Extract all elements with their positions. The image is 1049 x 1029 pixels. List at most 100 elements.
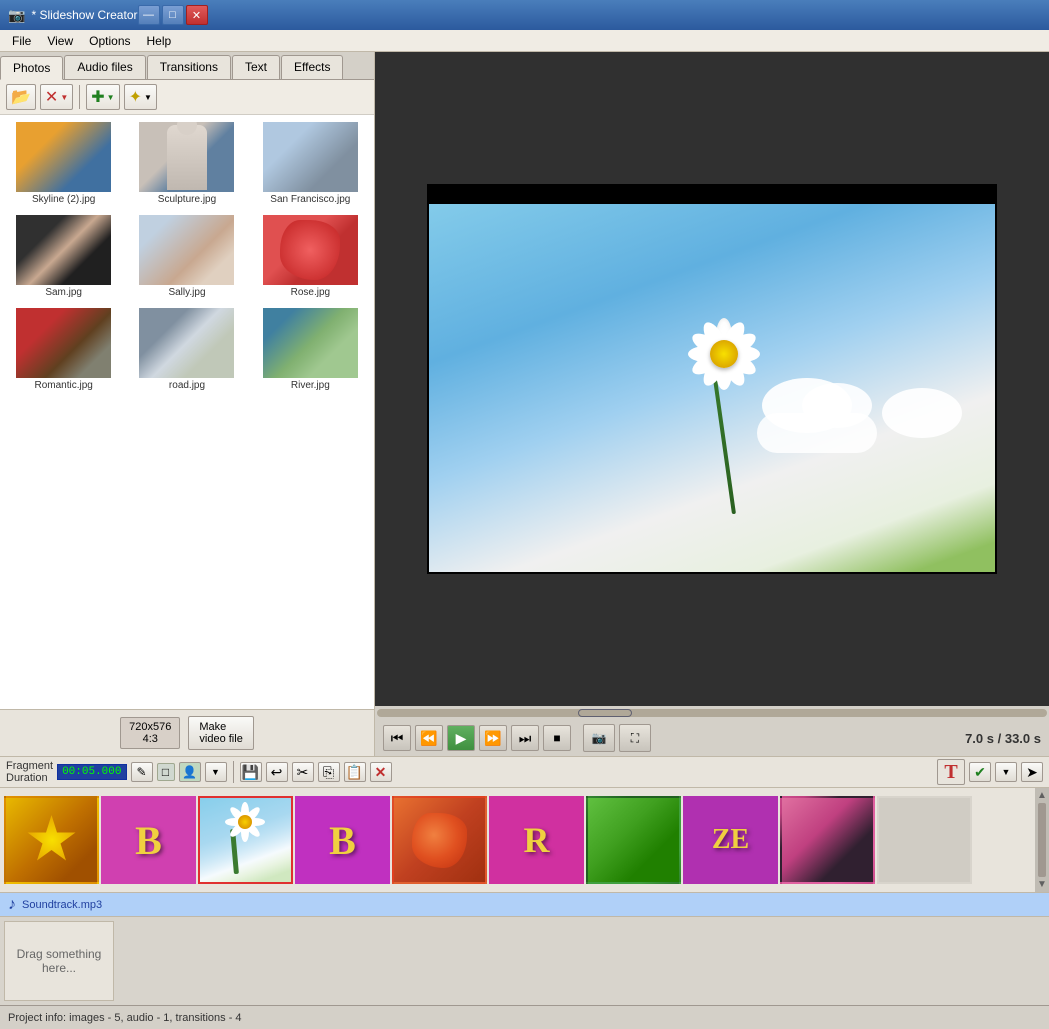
fragment-check-button[interactable]: □	[157, 763, 175, 781]
cloud-decoration	[752, 333, 972, 453]
timeline-scroll-thumb[interactable]	[1038, 803, 1046, 877]
dropdown-arrow-add: ▼	[107, 93, 115, 102]
prev-button[interactable]: ⏪	[415, 725, 443, 751]
go-end-button[interactable]: ⏭	[511, 725, 539, 751]
time-current: 7.0 s	[965, 731, 994, 746]
avatar-button[interactable]: 👤	[179, 762, 201, 782]
dropdown-arrow-star: ▼	[144, 93, 152, 102]
preview-scrollbar[interactable]	[375, 706, 1049, 720]
menu-file[interactable]: File	[4, 32, 39, 50]
tab-effects[interactable]: Effects	[281, 55, 343, 79]
thumbnail-river[interactable]: River.jpg	[251, 305, 370, 394]
add-icon: ✚	[91, 87, 104, 107]
right-panel: ⏮ ⏪ ▶ ⏩ ⏭ ■ 📷 ⛶ 7.0 s / 33.0 s	[375, 52, 1049, 756]
timeline-scroll[interactable]: B B	[0, 788, 1035, 892]
dropdown-arrow-delete: ▼	[60, 93, 68, 102]
menubar: File View Options Help	[0, 30, 1049, 52]
tab-audio-files[interactable]: Audio files	[64, 55, 145, 79]
menu-help[interactable]: Help	[139, 32, 180, 50]
thumbnail-image-road	[139, 308, 234, 378]
paste-button[interactable]: 📋	[344, 762, 366, 782]
audio-filename: Soundtrack.mp3	[22, 899, 102, 911]
remove-button[interactable]: ✕	[370, 762, 392, 782]
cut-button[interactable]: ✂	[292, 762, 314, 782]
preview-top-bar	[429, 186, 995, 204]
timeline-scroll-down[interactable]: ▼	[1037, 879, 1047, 890]
go-start-button[interactable]: ⏮	[383, 725, 411, 751]
checkmark-button[interactable]: ✔	[969, 762, 991, 782]
thumbnail-image-romantic	[16, 308, 111, 378]
audio-track: ♪ Soundtrack.mp3	[0, 893, 1049, 917]
text-button[interactable]: T	[937, 759, 965, 785]
tab-photos[interactable]: Photos	[0, 56, 63, 80]
save-button[interactable]: 💾	[240, 762, 262, 782]
timeline-item-r1[interactable]: R	[489, 796, 584, 884]
thumbnail-sanfrancisco[interactable]: San Francisco.jpg	[251, 119, 370, 208]
menu-view[interactable]: View	[39, 32, 81, 50]
fullscreen-button[interactable]: ⛶	[619, 724, 651, 752]
time-separator: /	[998, 731, 1005, 746]
timeline-item-b1[interactable]: B	[101, 796, 196, 884]
menu-options[interactable]: Options	[81, 32, 138, 50]
thumbnail-label-romantic: Romantic.jpg	[34, 380, 92, 391]
audio-note-icon: ♪	[8, 896, 16, 914]
minimize-button[interactable]: —	[138, 5, 160, 25]
status-text: Project info: images - 5, audio - 1, tra…	[8, 1012, 242, 1024]
stop-button[interactable]: ■	[543, 725, 571, 751]
folder-icon: 📂	[11, 87, 31, 107]
thumbnail-grid: Skyline (2).jpg Sculpture.jpg San Franci…	[0, 115, 374, 709]
timeline-scroll-up[interactable]: ▲	[1037, 790, 1047, 801]
app-title: * Slideshow Creator	[31, 8, 137, 22]
drag-text: Drag something here...	[5, 947, 113, 975]
timeline-item-ze[interactable]: ZE	[683, 796, 778, 884]
time-total: 33.0 s	[1005, 731, 1041, 746]
tl-letter-b1: B	[135, 817, 162, 864]
timeline-item-bee[interactable]	[780, 796, 875, 884]
arrow-right-button[interactable]: ➤	[1021, 762, 1043, 782]
maximize-button[interactable]: □	[162, 5, 184, 25]
next-button[interactable]: ⏩	[479, 725, 507, 751]
open-button[interactable]: 📂	[6, 84, 36, 110]
thumbnail-label-road: road.jpg	[169, 380, 205, 391]
dropdown-checkmark[interactable]: ▼	[995, 762, 1017, 782]
tab-text[interactable]: Text	[232, 55, 280, 79]
timeline-item-yellow[interactable]	[4, 796, 99, 884]
timeline-item-daisy[interactable]	[198, 796, 293, 884]
thumbnail-skyline2[interactable]: Skyline (2).jpg	[4, 119, 123, 208]
thumbnail-road[interactable]: road.jpg	[127, 305, 246, 394]
drag-area[interactable]: Drag something here...	[4, 921, 114, 1001]
timeline-area: B B	[0, 788, 1049, 893]
thumbnail-sally[interactable]: Sally.jpg	[127, 212, 246, 301]
fragment-label: FragmentDuration	[6, 760, 53, 784]
add-button[interactable]: ✚ ▼	[86, 84, 119, 110]
timeline-item-rose[interactable]	[392, 796, 487, 884]
thumbnail-romantic[interactable]: Romantic.jpg	[4, 305, 123, 394]
titlebar: 📷 * Slideshow Creator — □ ✕	[0, 0, 1049, 30]
timeline-item-green[interactable]	[586, 796, 681, 884]
thumbnail-rose[interactable]: Rose.jpg	[251, 212, 370, 301]
fragment-edit-button[interactable]: ✎	[131, 762, 153, 782]
tab-bar: Photos Audio files Transitions Text Effe…	[0, 52, 374, 80]
make-video-button[interactable]: Makevideo file	[188, 716, 253, 750]
tab-transitions[interactable]: Transitions	[147, 55, 231, 79]
timeline-item-b2[interactable]: B	[295, 796, 390, 884]
thumbnail-label-river: River.jpg	[291, 380, 330, 391]
thumbnail-sam[interactable]: Sam.jpg	[4, 212, 123, 301]
thumbnail-image-river	[263, 308, 358, 378]
star-icon: ✦	[129, 87, 142, 107]
dropdown-fragment[interactable]: ▼	[205, 762, 227, 782]
edit-bar: FragmentDuration 00:05.000 ✎ □ 👤 ▼ 💾 ↩ ✂…	[0, 756, 1049, 788]
copy-button[interactable]: ⎘	[318, 762, 340, 782]
undo-button[interactable]: ↩	[266, 762, 288, 782]
delete-button[interactable]: ✕ ▼	[40, 84, 73, 110]
timeline-scrollbar[interactable]: ▲ ▼	[1035, 788, 1049, 892]
thumbnail-sculpture[interactable]: Sculpture.jpg	[127, 119, 246, 208]
thumbnail-image-sam	[16, 215, 111, 285]
preview-scroll-track	[377, 709, 1047, 717]
preview-scroll-thumb[interactable]	[578, 709, 632, 717]
play-button[interactable]: ▶	[447, 725, 475, 751]
close-button[interactable]: ✕	[186, 5, 208, 25]
star-button[interactable]: ✦ ▼	[124, 84, 157, 110]
camera-button[interactable]: 📷	[583, 724, 615, 752]
timeline-item-empty[interactable]	[877, 796, 972, 884]
